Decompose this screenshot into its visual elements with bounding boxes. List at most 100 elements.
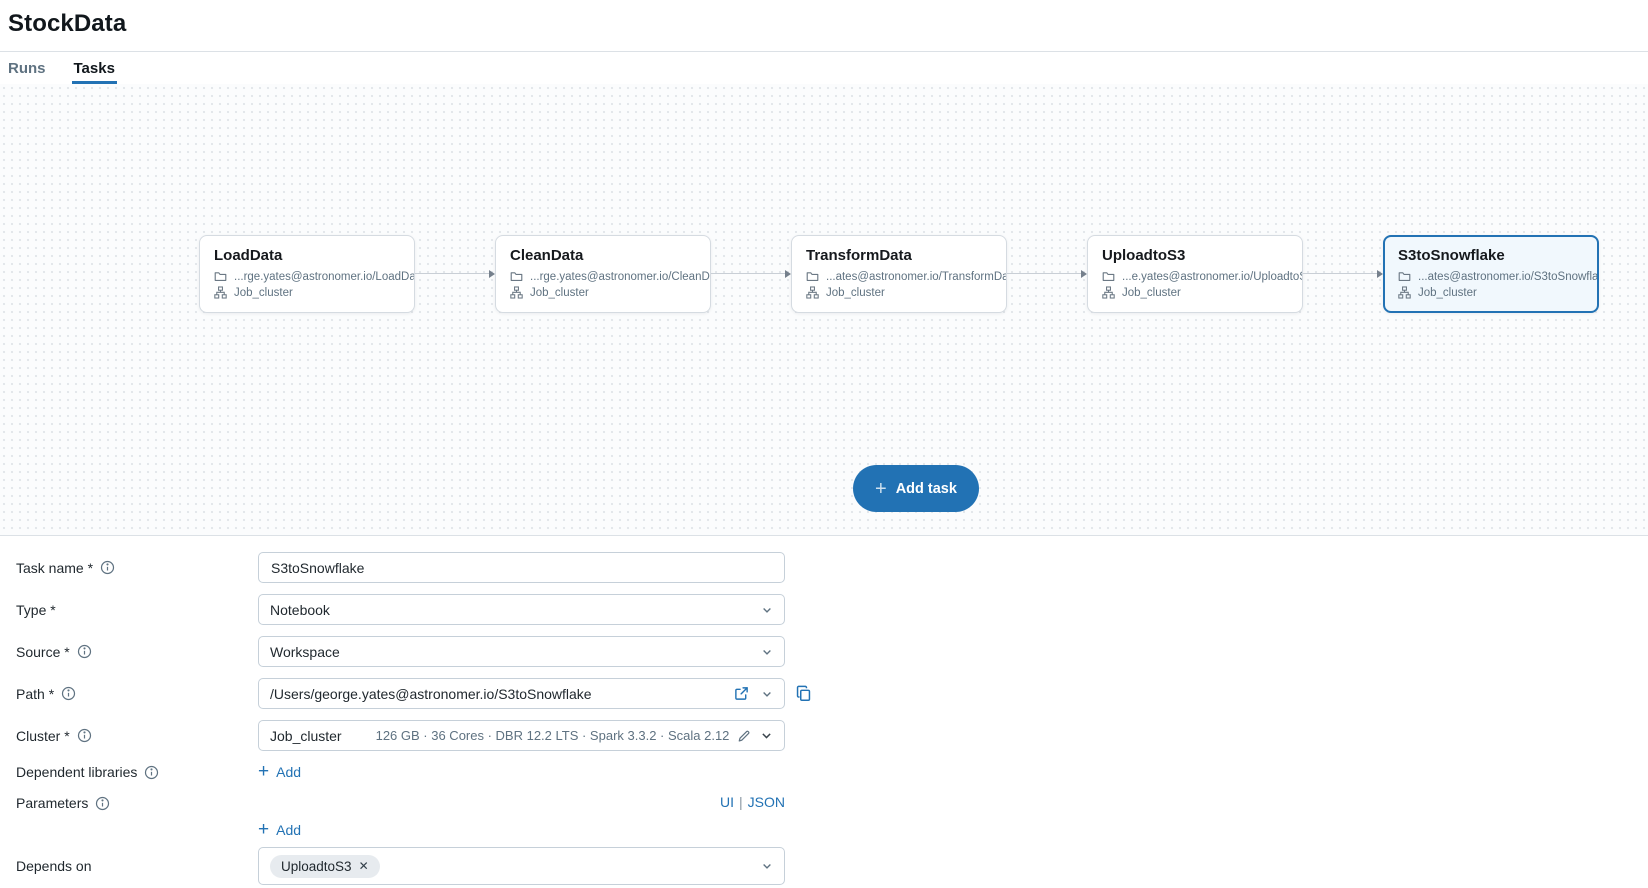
task-card-path: ...rge.yates@astronomer.io/LoadData — [234, 271, 415, 283]
type-label-group: Type * — [16, 602, 258, 618]
path-label: Path * — [16, 686, 54, 702]
info-icon[interactable] — [100, 560, 115, 575]
cluster-label: Cluster * — [16, 728, 70, 744]
plus-icon: + — [258, 820, 269, 839]
remove-dependency-icon[interactable]: ✕ — [359, 860, 369, 872]
source-select[interactable]: Workspace — [258, 636, 785, 667]
type-select[interactable]: Notebook — [258, 594, 785, 625]
parameters-label: Parameters — [16, 795, 88, 811]
tab-runs[interactable]: Runs — [8, 52, 46, 84]
page-header: StockData — [0, 0, 1648, 52]
page-title: StockData — [0, 0, 1648, 38]
info-icon[interactable] — [61, 686, 76, 701]
cluster-icon — [1398, 286, 1411, 299]
plus-icon: + — [258, 762, 269, 781]
info-icon[interactable] — [95, 796, 110, 811]
depends-on-label: Depends on — [16, 858, 92, 874]
depends-on-row: Depends on UploadtoS3 ✕ — [16, 847, 1648, 885]
parameters-json-link[interactable]: JSON — [748, 794, 785, 810]
task-card-cluster: Job_cluster — [1122, 287, 1181, 299]
task-card-title: LoadData — [214, 247, 400, 264]
task-connector — [711, 235, 791, 313]
source-label-group: Source * — [16, 644, 258, 660]
parameters-ui-link[interactable]: UI — [720, 794, 734, 810]
cluster-select-value: Job_cluster — [270, 728, 342, 744]
info-icon[interactable] — [144, 765, 159, 780]
task-card-title: CleanData — [510, 247, 696, 264]
path-label-group: Path * — [16, 686, 258, 702]
task-config-form: Task name * Type * Notebook Source * Wor… — [0, 537, 1648, 888]
add-library-button[interactable]: + Add — [258, 762, 301, 781]
folder-icon — [214, 270, 227, 283]
path-row: Path * /Users/george.yates@astronomer.io… — [16, 678, 1648, 709]
dependent-libraries-row: Dependent libraries + Add — [16, 762, 1648, 782]
task-name-input[interactable] — [258, 552, 785, 583]
parameters-label-group: Parameters — [16, 793, 258, 811]
task-name-label: Task name * — [16, 560, 93, 576]
path-value: /Users/george.yates@astronomer.io/S3toSn… — [270, 686, 722, 702]
folder-icon — [806, 270, 819, 283]
dag-canvas[interactable]: LoadData ...rge.yates@astronomer.io/Load… — [0, 84, 1648, 536]
task-card-transformdata[interactable]: TransformData ...ates@astronomer.io/Tran… — [791, 235, 1007, 313]
dag-task-row: LoadData ...rge.yates@astronomer.io/Load… — [199, 235, 1599, 313]
cluster-icon — [510, 286, 523, 299]
cluster-icon — [214, 286, 227, 299]
task-card-path: ...ates@astronomer.io/S3toSnowflake — [1418, 271, 1599, 283]
task-card-cluster: Job_cluster — [530, 287, 589, 299]
task-card-uploadtos3[interactable]: UploadtoS3 ...e.yates@astronomer.io/Uplo… — [1087, 235, 1303, 313]
edit-cluster-button[interactable] — [737, 729, 751, 743]
cluster-row: Cluster * Job_cluster 126 GB · 36 Cores … — [16, 720, 1648, 751]
copy-icon — [795, 685, 812, 702]
task-card-title: S3toSnowflake — [1398, 247, 1584, 264]
type-row: Type * Notebook — [16, 594, 1648, 625]
chevron-down-icon — [761, 604, 773, 616]
source-select-value: Workspace — [270, 644, 340, 660]
task-connector — [415, 235, 495, 313]
dependent-libraries-label-group: Dependent libraries — [16, 764, 258, 780]
plus-icon: + — [875, 479, 887, 499]
task-connector — [1007, 235, 1087, 313]
task-card-cluster: Job_cluster — [234, 287, 293, 299]
task-card-path: ...ates@astronomer.io/TransformData — [826, 271, 1007, 283]
job-tasks-page: StockData Runs Tasks LoadData ...rge.yat… — [0, 0, 1648, 888]
open-in-new-button[interactable] — [734, 686, 749, 701]
dependent-libraries-label: Dependent libraries — [16, 764, 137, 780]
depends-on-select[interactable]: UploadtoS3 ✕ — [258, 847, 785, 885]
add-parameter-label: Add — [276, 822, 301, 838]
info-icon[interactable] — [77, 728, 92, 743]
source-row: Source * Workspace — [16, 636, 1648, 667]
chevron-down-icon — [761, 646, 773, 658]
task-name-row: Task name * — [16, 552, 1648, 583]
parameters-mode-switch: UI | JSON — [258, 793, 785, 811]
tab-bar: Runs Tasks — [0, 52, 1648, 84]
chevron-down-icon — [761, 860, 773, 872]
chevron-down-icon — [760, 729, 773, 742]
folder-icon — [510, 270, 523, 283]
task-card-path: ...e.yates@astronomer.io/UploadtoS3 — [1122, 271, 1303, 283]
copy-path-button[interactable] — [795, 685, 812, 702]
external-link-icon — [734, 686, 749, 701]
add-task-button[interactable]: + Add task — [853, 465, 979, 512]
cluster-label-group: Cluster * — [16, 728, 258, 744]
depends-on-label-group: Depends on — [16, 858, 258, 874]
task-name-label-group: Task name * — [16, 560, 258, 576]
path-dropdown-toggle[interactable] — [761, 688, 773, 700]
cluster-select[interactable]: Job_cluster 126 GB · 36 Cores · DBR 12.2… — [258, 720, 785, 751]
task-card-title: TransformData — [806, 247, 992, 264]
cluster-icon — [806, 286, 819, 299]
info-icon[interactable] — [77, 644, 92, 659]
task-card-s3tosnowflake[interactable]: S3toSnowflake ...ates@astronomer.io/S3to… — [1383, 235, 1599, 313]
task-connector — [1303, 235, 1383, 313]
task-card-loaddata[interactable]: LoadData ...rge.yates@astronomer.io/Load… — [199, 235, 415, 313]
pipe-separator: | — [739, 794, 743, 810]
add-library-label: Add — [276, 764, 301, 780]
depends-on-chip-label: UploadtoS3 — [281, 859, 352, 874]
task-card-cleandata[interactable]: CleanData ...rge.yates@astronomer.io/Cle… — [495, 235, 711, 313]
parameters-row: Parameters UI | JSON + Add — [16, 793, 1648, 840]
tab-tasks[interactable]: Tasks — [74, 52, 115, 84]
task-card-title: UploadtoS3 — [1102, 247, 1288, 264]
task-card-cluster: Job_cluster — [1418, 287, 1477, 299]
path-input[interactable]: /Users/george.yates@astronomer.io/S3toSn… — [258, 678, 785, 709]
add-parameter-button[interactable]: + Add — [258, 820, 301, 839]
cluster-details: 126 GB · 36 Cores · DBR 12.2 LTS · Spark… — [376, 728, 730, 743]
